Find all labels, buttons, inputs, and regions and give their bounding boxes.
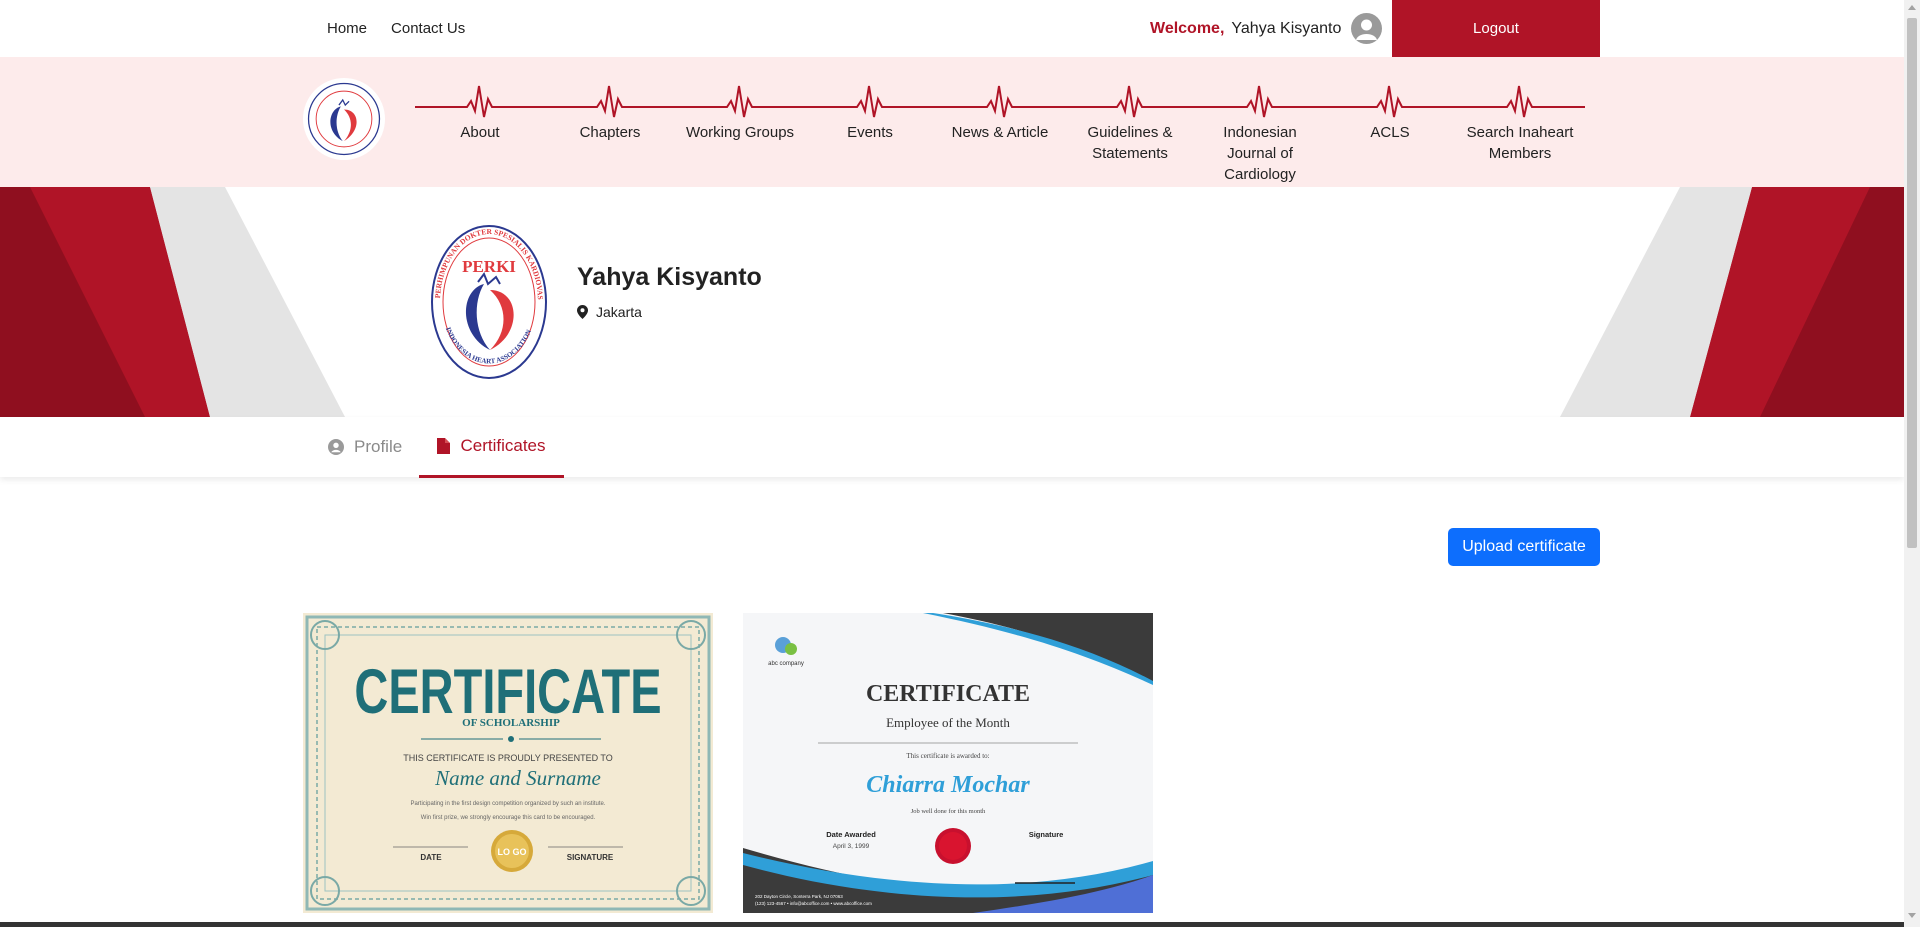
user-name: Yahya Kisyanto <box>1231 19 1342 37</box>
cert1-seal-text: LO GO <box>498 847 527 857</box>
nav-label-line2: Statements <box>1092 145 1168 162</box>
nav-label-line2: Journal of Cardiology <box>1224 145 1296 183</box>
nav-label: ACLS <box>1370 124 1410 141</box>
cert1-line2: Win first prize, we strongly encourage t… <box>421 815 596 821</box>
nav-label: Chapters <box>579 124 641 141</box>
heartbeat-icon <box>675 85 805 118</box>
cert1-subtitle: OF SCHOLARSHIP <box>462 717 560 729</box>
map-pin-icon <box>577 305 588 319</box>
main-nav: About Chapters Working Groups Events New… <box>0 57 1904 187</box>
tab-certificates[interactable]: Certificates <box>419 417 564 478</box>
file-icon <box>437 438 451 454</box>
heartbeat-icon <box>1455 85 1585 118</box>
nav-label: Working Groups <box>685 124 795 141</box>
nav-label-line2: Members <box>1488 145 1552 162</box>
cert1-title: CERTIFICATE <box>354 655 661 727</box>
nav-label: News & Article <box>951 124 1049 141</box>
tab-certificates-label: Certificates <box>460 436 546 455</box>
home-link[interactable]: Home <box>327 20 367 37</box>
page-scrollbar[interactable] <box>1904 0 1920 927</box>
cert2-title: CERTIFICATE <box>866 681 1030 707</box>
user-avatar-icon[interactable] <box>1351 13 1383 44</box>
cert1-line1: Participating in the first design compet… <box>410 801 605 807</box>
nav-label: Guidelines & <box>1087 124 1173 141</box>
certificate-card[interactable]: CERTIFICATE OF SCHOLARSHIP THIS CERTIFIC… <box>303 613 713 913</box>
cert2-date-value: April 3, 1999 <box>833 843 870 850</box>
cert2-signature-label: Signature <box>1029 830 1064 839</box>
profile-name: Yahya Kisyanto <box>577 263 762 291</box>
tab-profile[interactable]: Profile <box>328 417 402 477</box>
scroll-up-icon[interactable] <box>1908 5 1916 10</box>
top-nav: Home Contact Us <box>327 0 465 57</box>
heartbeat-icon <box>805 85 935 118</box>
welcome-label: Welcome, <box>1150 19 1225 37</box>
welcome-area: Welcome, Yahya Kisyanto <box>1150 0 1383 57</box>
user-circle-icon <box>328 439 344 455</box>
nav-label: Indonesian <box>1223 124 1297 141</box>
location-text: Jakarta <box>596 304 642 320</box>
cert2-note: Job well done for this month <box>911 808 986 815</box>
window-bottom-edge <box>0 922 1904 927</box>
cert2-awarded: This certificate is awarded to: <box>906 752 989 760</box>
profile-banner: PERHIMPUNAN DOKTER SPESIALIS KARDIOVASKU… <box>0 187 1904 417</box>
certificate-image-scholarship: CERTIFICATE OF SCHOLARSHIP THIS CERTIFIC… <box>303 613 713 913</box>
scroll-down-icon[interactable] <box>1908 913 1916 918</box>
heartbeat-icon <box>935 85 1065 118</box>
heartbeat-icon <box>1065 85 1195 118</box>
tab-profile-label: Profile <box>354 437 403 456</box>
cert2-footer1: 202 Dayton Circle, Sonterra Park, NJ 070… <box>755 894 843 899</box>
cert2-subtitle: Employee of the Month <box>886 715 1010 730</box>
cert1-name: Name and Surname <box>434 766 601 790</box>
contact-us-link[interactable]: Contact Us <box>391 20 465 37</box>
cert1-presented: THIS CERTIFICATE IS PROUDLY PRESENTED TO <box>403 753 613 763</box>
perki-logo[interactable] <box>303 78 385 160</box>
logout-button[interactable]: Logout <box>1392 0 1600 57</box>
top-bar: Home Contact Us Welcome, Yahya Kisyanto … <box>0 0 1904 57</box>
heartbeat-icon <box>415 85 545 118</box>
cert1-signature-label: SIGNATURE <box>567 853 614 862</box>
scrollbar-thumb[interactable] <box>1907 18 1917 548</box>
heartbeat-icon <box>1325 85 1455 118</box>
certificate-image-employee: abc company CERTIFICATE Employee of the … <box>743 613 1153 913</box>
certificate-card[interactable]: abc company CERTIFICATE Employee of the … <box>743 613 1153 913</box>
cert2-footer2: (123) 123-4567 • info@abcoffice.com • ww… <box>755 901 872 906</box>
heartbeat-icon <box>1195 85 1325 118</box>
logo-perki-text: PERKI <box>462 257 516 276</box>
banner-background <box>0 187 1904 417</box>
cert1-date-label: DATE <box>420 853 442 862</box>
cert2-name: Chiarra Mochar <box>866 772 1030 798</box>
cert2-company: abc company <box>768 661 804 667</box>
profile-tabs: Profile Certificates <box>0 417 1904 478</box>
profile-location: Jakarta <box>577 304 642 320</box>
heartbeat-icon <box>545 85 675 118</box>
cert2-date-label: Date Awarded <box>826 830 876 839</box>
profile-logo: PERHIMPUNAN DOKTER SPESIALIS KARDIOVASKU… <box>425 215 550 382</box>
upload-certificate-button[interactable]: Upload certificate <box>1448 528 1600 566</box>
nav-label: About <box>460 124 500 141</box>
nav-label: Events <box>847 124 893 141</box>
nav-label: Search Inaheart <box>1466 124 1574 141</box>
